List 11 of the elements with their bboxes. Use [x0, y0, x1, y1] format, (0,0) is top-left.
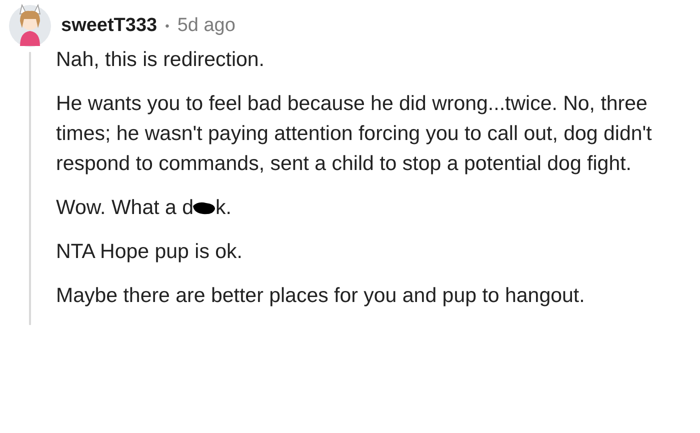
comment-text: He wants you to feel bad because he did wrong...twice. No, three times; he wasn't paying attention forcing you to call out, dog didn't respond to commands, sent a child to stop a potential dog fight. [56, 91, 653, 177]
timestamp: 5d ago [177, 15, 236, 37]
comment-text: Nah, this is redirection. [56, 47, 266, 73]
comment-text: k. [215, 195, 232, 221]
comment-text: Wow. What a d [56, 195, 194, 221]
username[interactable]: sweetT333 [61, 15, 158, 37]
avatar-icon [8, 4, 52, 48]
comment-text: NTA Hope pup is ok. [56, 239, 244, 265]
redaction-mark [192, 201, 216, 215]
separator-dot: • [165, 19, 170, 33]
comment-text: Maybe there are better places for you and pup to hangout. [56, 283, 586, 309]
